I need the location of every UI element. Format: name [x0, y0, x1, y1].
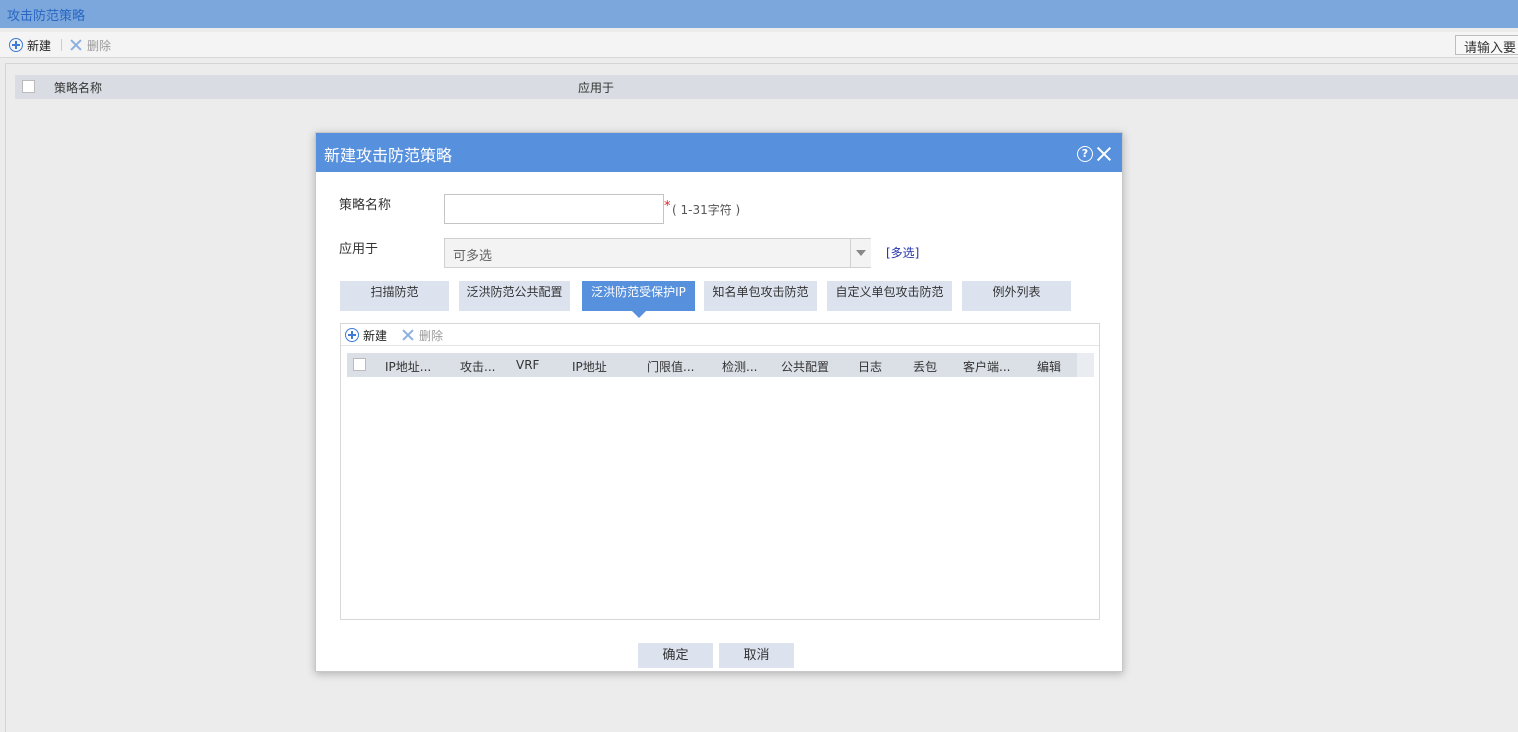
- add-icon: [345, 328, 359, 342]
- delete-button[interactable]: 删除: [69, 36, 111, 54]
- delete-button-label: 删除: [87, 38, 112, 53]
- select-all-checkbox[interactable]: [22, 80, 35, 93]
- column-edit[interactable]: 编辑: [1037, 358, 1061, 375]
- delete-icon: [401, 328, 415, 342]
- chevron-down-icon[interactable]: [850, 239, 871, 267]
- column-ip-address-type[interactable]: IP地址...: [385, 358, 431, 375]
- new-button[interactable]: 新建: [9, 36, 51, 54]
- column-detection[interactable]: 检测...: [722, 358, 757, 375]
- new-policy-dialog: 新建攻击防范策略 ? 策略名称 * ( 1-31字符 ) 应用于 可多选 [多选…: [315, 132, 1123, 672]
- policy-table-header: 策略名称 应用于: [15, 75, 1518, 99]
- policy-name-hint: ( 1-31字符 ): [672, 203, 741, 217]
- tab-custom-single-packet[interactable]: 自定义单包攻击防范: [827, 281, 952, 311]
- page-title: 攻击防范策略: [7, 9, 86, 24]
- grid-select-all-checkbox[interactable]: [353, 358, 366, 371]
- ok-button[interactable]: 确定: [638, 643, 713, 668]
- column-log[interactable]: 日志: [858, 358, 882, 375]
- tab-scan-defense[interactable]: 扫描防范: [340, 281, 449, 311]
- panel-delete-button[interactable]: 删除: [401, 326, 443, 344]
- tab-exception-list[interactable]: 例外列表: [962, 281, 1071, 311]
- column-drop[interactable]: 丢包: [913, 358, 937, 375]
- toolbar-divider: [61, 39, 62, 51]
- delete-icon: [69, 38, 83, 52]
- cancel-button[interactable]: 取消: [719, 643, 794, 668]
- tab-known-single-packet[interactable]: 知名单包攻击防范: [704, 281, 817, 311]
- apply-to-label: 应用于: [339, 242, 379, 257]
- grid-header-scroll-gutter: [1077, 353, 1094, 377]
- panel-new-label: 新建: [363, 328, 388, 343]
- tab-flood-common[interactable]: 泛洪防范公共配置: [459, 281, 570, 311]
- apply-to-select[interactable]: 可多选: [444, 238, 871, 268]
- column-policy-name: 策略名称: [54, 81, 103, 95]
- dialog-header: 新建攻击防范策略 ?: [316, 133, 1122, 172]
- new-button-label: 新建: [27, 38, 52, 53]
- protected-ip-panel: 新建 删除 IP地址... 攻击... VRF IP地址 门限值... 检测..…: [340, 323, 1100, 620]
- tab-flood-protected-ip[interactable]: 泛洪防范受保护IP: [582, 281, 695, 318]
- column-attack[interactable]: 攻击...: [460, 358, 495, 375]
- column-ip-address[interactable]: IP地址: [572, 358, 607, 375]
- dialog-title: 新建攻击防范策略: [324, 146, 453, 165]
- protected-ip-grid-header: IP地址... 攻击... VRF IP地址 门限值... 检测... 公共配置…: [347, 353, 1094, 377]
- column-threshold[interactable]: 门限值...: [647, 358, 694, 375]
- add-icon: [9, 38, 23, 52]
- main-toolbar: 新建 删除: [0, 32, 1518, 58]
- column-apply-to: 应用于: [578, 81, 615, 95]
- policy-name-input[interactable]: [444, 194, 664, 224]
- required-mark: *: [664, 199, 671, 214]
- panel-toolbar: 新建 删除: [341, 324, 1099, 346]
- panel-delete-label: 删除: [419, 328, 444, 343]
- help-icon[interactable]: ?: [1077, 146, 1093, 162]
- search-input[interactable]: 请输入要: [1455, 35, 1518, 55]
- column-vrf[interactable]: VRF: [516, 358, 539, 372]
- column-common-config[interactable]: 公共配置: [781, 358, 829, 375]
- policy-name-label: 策略名称: [339, 198, 392, 213]
- multi-select-link[interactable]: [多选]: [886, 244, 919, 261]
- column-client[interactable]: 客户端...: [963, 358, 1010, 375]
- close-icon[interactable]: [1096, 146, 1112, 162]
- panel-new-button[interactable]: 新建: [345, 326, 387, 344]
- app-titlebar: 攻击防范策略: [0, 0, 1518, 28]
